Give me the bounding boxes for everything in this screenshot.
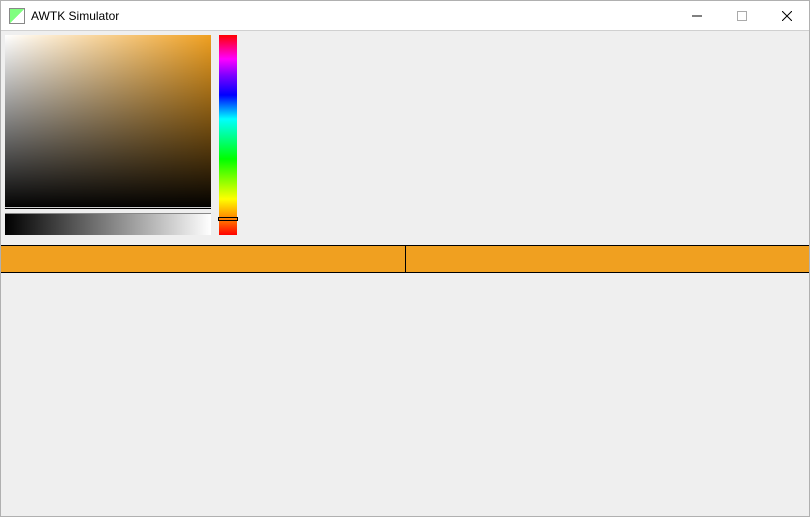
color-preview-left: [1, 246, 406, 272]
hue-marker[interactable]: [218, 217, 238, 221]
hue-slider[interactable]: [219, 35, 237, 235]
window-title: AWTK Simulator: [31, 9, 119, 23]
color-preview-right: [406, 246, 810, 272]
color-preview-row: [1, 245, 809, 273]
saturation-value-picker[interactable]: [5, 35, 211, 209]
titlebar[interactable]: AWTK Simulator: [1, 1, 809, 31]
grayscale-strip[interactable]: [5, 213, 211, 235]
blank-area: [1, 275, 809, 516]
minimize-button[interactable]: [674, 1, 719, 31]
color-picker-panel: [5, 35, 211, 209]
close-button[interactable]: [764, 1, 809, 31]
client-area: [1, 31, 809, 516]
window-frame: AWTK Simulator: [0, 0, 810, 517]
sv-marker[interactable]: [5, 207, 211, 208]
app-icon: [9, 8, 25, 24]
maximize-button[interactable]: [719, 1, 764, 31]
